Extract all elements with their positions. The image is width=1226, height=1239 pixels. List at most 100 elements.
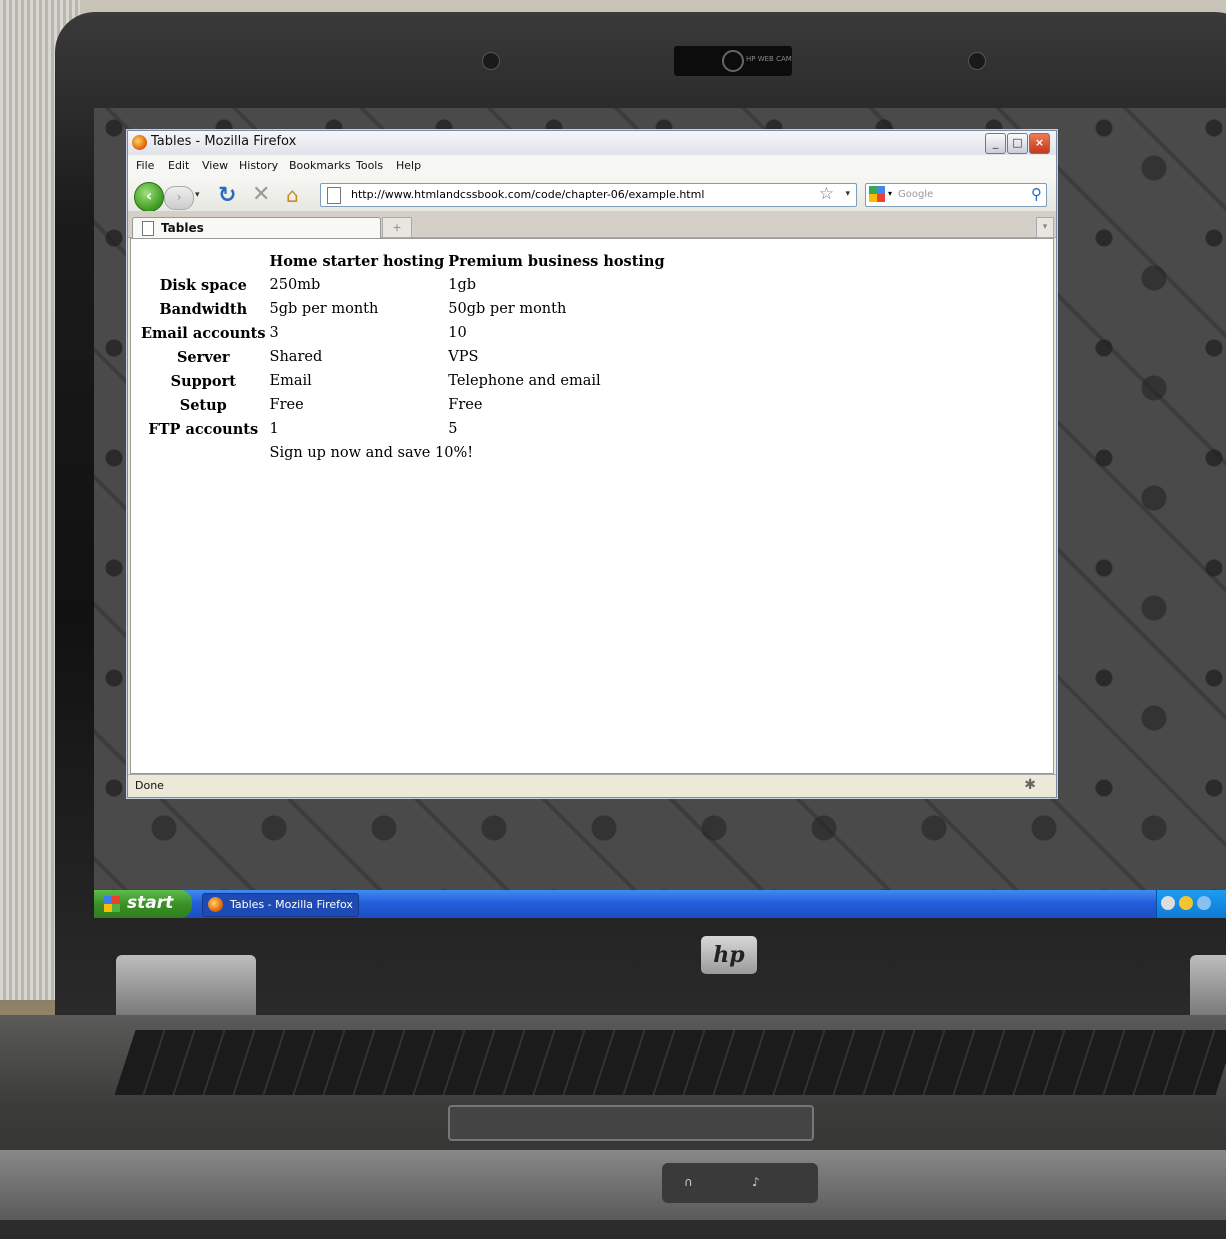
addon-bug-icon[interactable]: ✱ — [1024, 777, 1036, 793]
close-button[interactable]: × — [1029, 133, 1050, 154]
mic-left-icon — [482, 52, 500, 70]
table-header-cell: Premium business hosting — [448, 252, 665, 270]
row-header: Setup — [179, 396, 227, 414]
touchpad — [448, 1105, 814, 1141]
row-header: Email accounts — [141, 324, 266, 342]
taskbar-item-label: Tables - Mozilla Firefox — [230, 898, 353, 911]
firefox-window: Tables - Mozilla Firefox _ □ × File Edit… — [127, 130, 1057, 798]
back-icon[interactable]: ‹ — [134, 182, 164, 212]
menu-file[interactable]: File — [136, 159, 154, 172]
table-cell: 5gb per month — [269, 301, 379, 317]
table-footer-text: Sign up now and save 10%! — [269, 445, 474, 461]
menu-help[interactable]: Help — [396, 159, 421, 172]
menu-history[interactable]: History — [239, 159, 278, 172]
tab-bar: Tables + ▾ — [128, 211, 1056, 239]
table-row: Disk space 250mb 1gb — [139, 273, 667, 297]
page-content: Home starter hosting Premium business ho… — [130, 238, 1054, 774]
security-shield-icon[interactable] — [1179, 896, 1193, 910]
table-footer-row: Sign up now and save 10%! — [139, 441, 667, 465]
status-text: Done — [135, 779, 164, 792]
url-dropdown-icon[interactable]: ▾ — [845, 189, 850, 199]
title-bar[interactable]: Tables - Mozilla Firefox _ □ × — [128, 131, 1056, 155]
network-icon[interactable] — [1197, 896, 1211, 910]
row-header: Server — [176, 348, 230, 366]
search-engine-dropdown-icon[interactable]: ▾ — [888, 189, 892, 198]
table-cell: VPS — [448, 349, 479, 365]
table-cell: 1gb — [448, 277, 477, 293]
maximize-button[interactable]: □ — [1007, 133, 1028, 154]
table-cell: 3 — [269, 325, 279, 341]
table-row: Setup Free Free — [139, 393, 667, 417]
table-cell: Shared — [269, 349, 323, 365]
forward-icon[interactable]: › — [164, 186, 194, 210]
tab-tables[interactable]: Tables — [132, 217, 381, 239]
star-icon[interactable]: ☆ — [819, 184, 834, 204]
table-row: FTP accounts 1 5 — [139, 417, 667, 441]
table-header-row: Home starter hosting Premium business ho… — [139, 249, 667, 273]
hp-logo: hp — [701, 936, 757, 974]
table-cell: 1 — [269, 421, 279, 437]
url-text[interactable]: http://www.htmlandcssbook.com/code/chapt… — [351, 188, 704, 201]
laptop-front-edge — [0, 1150, 1226, 1220]
tray-arrow-icon[interactable] — [1161, 896, 1175, 910]
home-icon[interactable]: ⌂ — [286, 183, 299, 207]
table-cell: 5 — [448, 421, 458, 437]
search-engine-icon[interactable] — [869, 186, 885, 202]
mic-right-icon — [968, 52, 986, 70]
firefox-icon — [132, 135, 147, 150]
table-cell: Free — [448, 397, 483, 413]
menu-bar: File Edit View History Bookmarks Tools H… — [128, 155, 1056, 178]
start-label: start — [127, 893, 174, 913]
tab-list-icon[interactable]: ▾ — [1036, 217, 1054, 238]
menu-bookmarks[interactable]: Bookmarks — [289, 159, 350, 172]
menu-view[interactable]: View — [202, 159, 228, 172]
new-tab-button[interactable]: + — [382, 217, 412, 238]
reload-icon[interactable]: ↻ — [218, 183, 236, 208]
table-cell — [139, 441, 268, 465]
table-cell: 250mb — [269, 277, 321, 293]
table-row: Support Email Telephone and email — [139, 369, 667, 393]
table-cell: 50gb per month — [448, 301, 567, 317]
taskbar: start Tables - Mozilla Firefox — [94, 890, 1226, 918]
tab-label: Tables — [161, 221, 204, 235]
menu-edit[interactable]: Edit — [168, 159, 189, 172]
hosting-table: Home starter hosting Premium business ho… — [139, 249, 667, 465]
table-cell: 10 — [448, 325, 467, 341]
window-title: Tables - Mozilla Firefox — [151, 134, 297, 149]
system-tray — [1156, 890, 1226, 918]
menu-tools[interactable]: Tools — [356, 159, 383, 172]
page-icon — [142, 221, 154, 236]
navigation-toolbar: ‹ › ▾ ↻ ✕ ⌂ http://www.htmlandcssbook.co… — [128, 177, 1056, 212]
table-cell: Free — [269, 397, 304, 413]
row-header: Disk space — [159, 276, 247, 294]
audio-ports: ∩ ♪ — [662, 1163, 818, 1203]
search-input[interactable]: ▾ Google ⚲ — [865, 183, 1047, 207]
microphone-icon: ♪ — [752, 1175, 760, 1189]
table-cell: Email — [269, 373, 312, 389]
start-button[interactable]: start — [94, 890, 192, 918]
firefox-icon — [208, 897, 223, 912]
table-row: Bandwidth 5gb per month 50gb per month — [139, 297, 667, 321]
stop-icon[interactable]: ✕ — [252, 182, 270, 207]
row-header: Support — [170, 372, 236, 390]
webcam-label: HP WEB CAM — [746, 55, 792, 63]
table-header-cell — [139, 249, 268, 273]
table-row: Email accounts 3 10 — [139, 321, 667, 345]
keyboard — [114, 1030, 1226, 1095]
table-header-cell: Home starter hosting — [269, 252, 445, 270]
webcam-lens-icon — [722, 50, 744, 72]
taskbar-item-firefox[interactable]: Tables - Mozilla Firefox — [202, 893, 359, 917]
headphone-icon: ∩ — [684, 1175, 693, 1189]
search-placeholder: Google — [898, 189, 934, 200]
row-header: FTP accounts — [148, 420, 259, 438]
page-icon — [327, 187, 341, 204]
history-dropdown-icon[interactable]: ▾ — [195, 190, 200, 200]
status-bar: Done ✱ — [128, 774, 1056, 797]
search-icon[interactable]: ⚲ — [1031, 185, 1042, 203]
windows-flag-icon — [104, 896, 120, 912]
table-cell: Telephone and email — [448, 373, 601, 389]
desktop-screen: Tables - Mozilla Firefox _ □ × File Edit… — [94, 108, 1226, 918]
minimize-button[interactable]: _ — [985, 133, 1006, 154]
row-header: Bandwidth — [159, 300, 248, 318]
url-bar[interactable]: http://www.htmlandcssbook.com/code/chapt… — [320, 183, 857, 207]
